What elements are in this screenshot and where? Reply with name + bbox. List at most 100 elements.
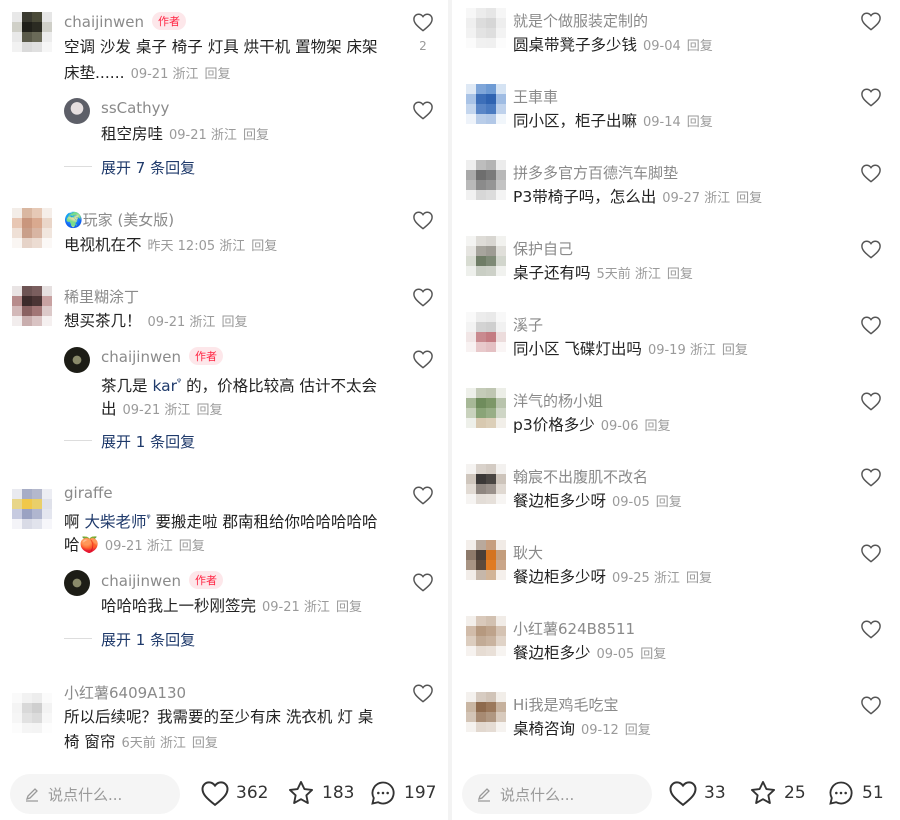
avatar[interactable] xyxy=(466,540,506,580)
collect-button[interactable]: 183 xyxy=(286,778,354,808)
avatar[interactable] xyxy=(12,489,52,529)
like-button[interactable]: 33 xyxy=(668,778,726,808)
avatar[interactable] xyxy=(12,208,52,248)
reply-link[interactable]: 回复 xyxy=(192,736,218,751)
expand-replies-link[interactable]: 展开 1 条回复 xyxy=(101,629,195,650)
mention-link[interactable]: 大柴老师 xyxy=(84,513,146,531)
avatar-pixel xyxy=(466,104,476,114)
reply-link[interactable]: 回复 xyxy=(640,647,666,662)
like-heart-icon[interactable] xyxy=(412,683,434,703)
reply-link[interactable]: 回复 xyxy=(204,67,230,82)
comment-author[interactable]: 小红薯624B8511 xyxy=(513,618,635,639)
reply-link[interactable]: 回复 xyxy=(656,495,682,510)
expand-replies-link[interactable]: 展开 7 条回复 xyxy=(101,157,195,178)
like-heart-icon[interactable] xyxy=(860,315,882,335)
avatar[interactable] xyxy=(12,693,52,733)
reply-link[interactable]: 回复 xyxy=(251,239,277,254)
like-heart-icon[interactable] xyxy=(412,287,434,307)
avatar[interactable] xyxy=(466,692,506,732)
reply-link[interactable]: 回复 xyxy=(667,267,693,282)
avatar[interactable] xyxy=(466,160,506,200)
like-heart-icon[interactable] xyxy=(412,485,434,505)
avatar[interactable] xyxy=(466,8,506,48)
like-heart-icon[interactable] xyxy=(860,695,882,715)
comment-button[interactable]: 51 xyxy=(826,778,884,808)
avatar[interactable] xyxy=(64,570,90,596)
comment-input[interactable]: 说点什么... xyxy=(10,774,180,814)
like-heart-icon[interactable] xyxy=(412,572,434,592)
reply-link[interactable]: 回复 xyxy=(687,115,713,130)
like-heart-icon[interactable] xyxy=(412,210,434,230)
comment-author[interactable]: giraffe xyxy=(64,484,113,502)
reply-link[interactable]: 回复 xyxy=(644,419,670,434)
avatar[interactable] xyxy=(466,236,506,276)
like-heart-icon[interactable] xyxy=(412,349,434,369)
like-count: 362 xyxy=(236,783,269,803)
avatar[interactable] xyxy=(64,347,90,373)
like-heart-icon[interactable] xyxy=(860,467,882,487)
avatar[interactable] xyxy=(64,98,90,124)
like-heart-icon[interactable] xyxy=(860,391,882,411)
comment-author[interactable]: 王車車 xyxy=(513,86,558,107)
avatar[interactable] xyxy=(12,12,52,52)
comment-author[interactable]: 保护自己 xyxy=(513,238,573,259)
avatar-pixel xyxy=(476,712,486,722)
comment-author[interactable]: chaijinwen xyxy=(64,13,144,31)
avatar[interactable] xyxy=(466,464,506,504)
avatar-pixel xyxy=(476,84,486,94)
reply-link[interactable]: 回复 xyxy=(722,343,748,358)
avatar[interactable] xyxy=(12,286,52,326)
avatar-pixel xyxy=(496,160,506,170)
avatar-pixel xyxy=(466,712,476,722)
avatar-pixel xyxy=(12,218,22,228)
mention-link[interactable]: kar xyxy=(152,377,177,395)
comment-author[interactable]: 溪子 xyxy=(513,314,543,335)
comment-input[interactable]: 说点什么... xyxy=(462,774,652,814)
comment-author[interactable]: chaijinwen xyxy=(101,572,181,590)
like-heart-icon[interactable] xyxy=(860,543,882,563)
comment-button[interactable]: 197 xyxy=(368,778,436,808)
avatar-pixel xyxy=(476,388,486,398)
comment-author[interactable]: 翰宸不出腹肌不改名 xyxy=(513,466,648,487)
like-heart-icon[interactable] xyxy=(860,239,882,259)
comment-author[interactable]: 稀里糊涂丁 xyxy=(64,286,139,307)
reply-link[interactable]: 回复 xyxy=(686,571,712,586)
like-heart-icon[interactable] xyxy=(860,11,882,31)
like-heart-icon[interactable] xyxy=(412,12,434,32)
comment-author[interactable]: 小红薯6409A130 xyxy=(64,682,186,703)
avatar-pixel xyxy=(466,266,476,276)
like-heart-icon[interactable] xyxy=(860,163,882,183)
comment-author[interactable]: 就是个做服装定制的 xyxy=(513,10,648,31)
reply-link[interactable]: 回复 xyxy=(336,600,362,615)
avatar[interactable] xyxy=(466,388,506,428)
avatar-pixel xyxy=(496,8,506,18)
like-heart-icon[interactable] xyxy=(860,619,882,639)
reply-link[interactable]: 回复 xyxy=(736,191,762,206)
avatar-pixel xyxy=(466,560,476,570)
avatar-pixel xyxy=(12,12,22,22)
reply-link[interactable]: 回复 xyxy=(625,723,651,738)
comment-author[interactable]: 🌍玩家 (美女版) xyxy=(64,209,174,230)
like-button[interactable]: 362 xyxy=(200,778,268,808)
comment-author[interactable]: ssCathyy xyxy=(101,99,169,117)
expand-replies-link[interactable]: 展开 1 条回复 xyxy=(101,431,195,452)
avatar[interactable] xyxy=(466,616,506,656)
avatar-pixel xyxy=(12,42,22,52)
avatar[interactable] xyxy=(466,84,506,124)
like-heart-icon[interactable] xyxy=(860,87,882,107)
avatar-pixel xyxy=(486,398,496,408)
comment-author[interactable]: 拼多多官方百德汽车脚垫 xyxy=(513,162,678,183)
comment-author[interactable]: Hi我是鸡毛吃宝 xyxy=(513,694,618,715)
reply-link[interactable]: 回复 xyxy=(243,128,269,143)
comment-author[interactable]: 洋气的杨小姐 xyxy=(513,390,603,411)
avatar[interactable] xyxy=(466,312,506,352)
reply-link[interactable]: 回复 xyxy=(179,539,205,554)
reply-link[interactable]: 回复 xyxy=(221,315,247,330)
reply-link[interactable]: 回复 xyxy=(196,403,222,418)
collect-button[interactable]: 25 xyxy=(748,778,806,808)
avatar-pixel xyxy=(466,322,476,332)
comment-author[interactable]: 耿大 xyxy=(513,542,543,563)
reply-link[interactable]: 回复 xyxy=(687,39,713,54)
comment-author[interactable]: chaijinwen xyxy=(101,348,181,366)
like-heart-icon[interactable] xyxy=(412,100,434,120)
